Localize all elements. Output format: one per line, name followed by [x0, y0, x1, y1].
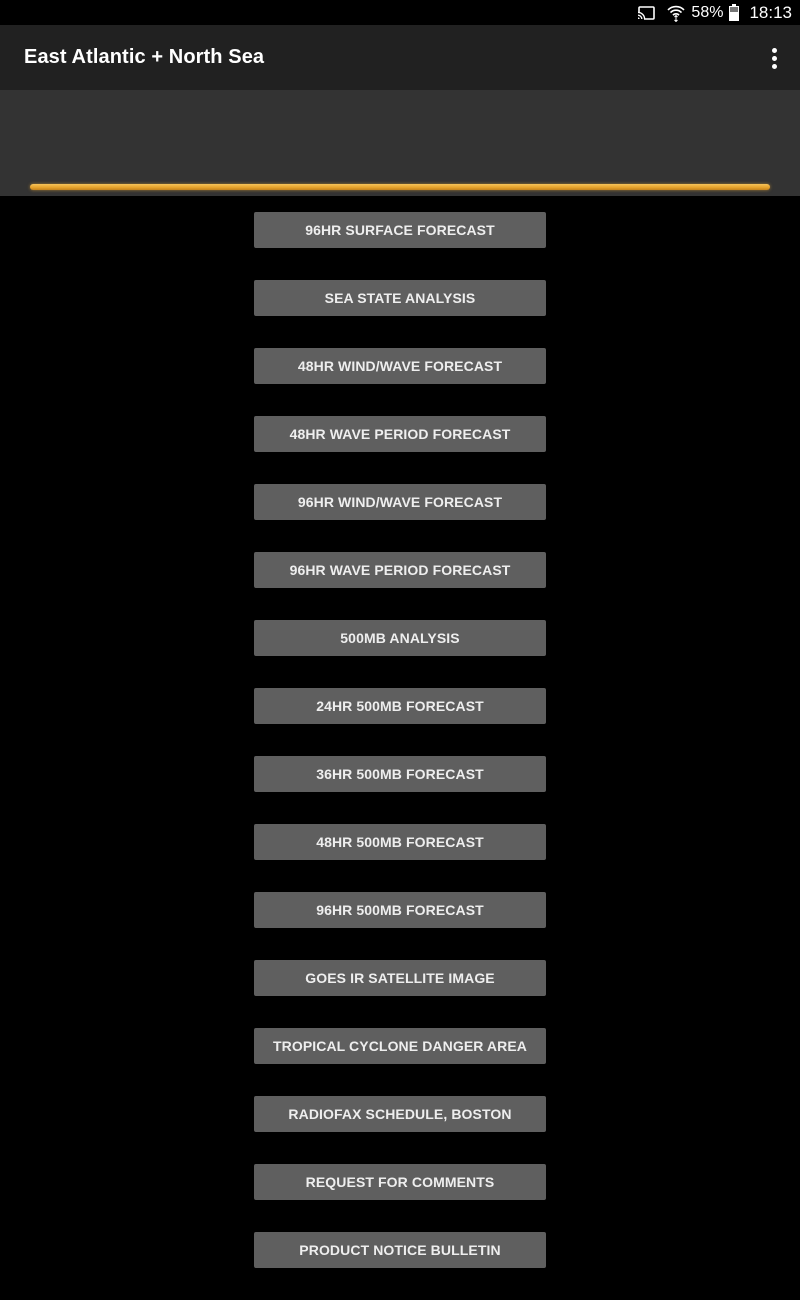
cast-icon	[637, 5, 656, 20]
battery-percent: 58%	[691, 3, 724, 21]
product-button[interactable]: 24HR 500MB FORECAST	[254, 688, 546, 724]
product-button[interactable]: 500MB ANALYSIS	[254, 620, 546, 656]
product-button[interactable]: RADIOFAX SCHEDULE, BOSTON	[254, 1096, 546, 1132]
product-list: 96HR SURFACE FORECAST SEA STATE ANALYSIS 4…	[254, 212, 546, 1300]
product-button[interactable]: REQUEST FOR COMMENTS	[254, 1164, 546, 1200]
product-button[interactable]: 96HR SURFACE FORECAST	[254, 212, 546, 248]
status-icons: 58% 18:13	[637, 0, 792, 25]
clock: 18:13	[749, 2, 792, 22]
status-bar: 58% 18:13	[0, 0, 800, 25]
app-toolbar: East Atlantic + North Sea	[0, 25, 800, 90]
product-button[interactable]: 96HR WAVE PERIOD FORECAST	[254, 552, 546, 588]
product-button[interactable]: 96HR 500MB FORECAST	[254, 892, 546, 928]
battery-icon	[729, 4, 740, 21]
header-banner	[0, 90, 800, 196]
dot	[771, 63, 777, 69]
product-button[interactable]: 36HR 500MB FORECAST	[254, 756, 546, 792]
product-button[interactable]: PRODUCT NOTICE BULLETIN	[254, 1232, 546, 1268]
product-button[interactable]: 96HR WIND/WAVE FORECAST	[254, 484, 546, 520]
product-button[interactable]: SEA STATE ANALYSIS	[254, 280, 546, 316]
product-button[interactable]: TROPICAL CYCLONE DANGER AREA	[254, 1028, 546, 1064]
progress-fill	[30, 184, 770, 190]
product-button[interactable]: 48HR WAVE PERIOD FORECAST	[254, 416, 546, 452]
more-vert-icon[interactable]	[762, 43, 786, 73]
product-button[interactable]: 48HR WIND/WAVE FORECAST	[254, 348, 546, 384]
dot	[771, 55, 777, 61]
dot	[771, 47, 777, 53]
product-button[interactable]: GOES IR SATELLITE IMAGE	[254, 960, 546, 996]
progress-bar	[30, 184, 770, 190]
product-button[interactable]: 48HR 500MB FORECAST	[254, 824, 546, 860]
page-title: East Atlantic + North Sea	[24, 46, 265, 68]
wifi-icon	[667, 4, 686, 22]
